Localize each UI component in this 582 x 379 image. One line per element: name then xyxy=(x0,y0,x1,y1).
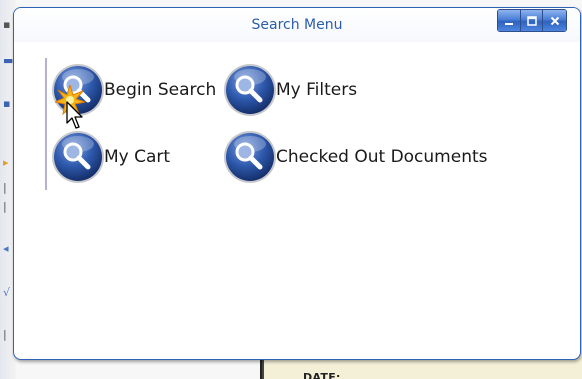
background-icon: √ xyxy=(3,286,11,299)
background-icon: | xyxy=(3,328,7,341)
menu-item-begin-search[interactable]: Begin Search xyxy=(50,62,216,118)
background-icon: ▸ xyxy=(3,156,9,169)
menu-item-label: Begin Search xyxy=(104,80,217,100)
magnifier-icon xyxy=(50,129,106,185)
minimize-button[interactable] xyxy=(498,10,521,31)
background-icon: | xyxy=(3,200,7,213)
background-icon: | xyxy=(3,181,7,194)
menu-item-my-filters[interactable]: My Filters xyxy=(222,62,357,118)
window-title: Search Menu xyxy=(251,17,343,33)
window-controls xyxy=(497,9,567,32)
magnifier-icon xyxy=(222,129,278,185)
magnifier-icon xyxy=(222,62,278,118)
menu-item-my-cart[interactable]: My Cart xyxy=(50,129,170,185)
background-icon: ◂ xyxy=(3,242,9,255)
background-icon: ▪ xyxy=(3,18,11,31)
menu-item-label: My Cart xyxy=(104,147,171,167)
minimize-icon xyxy=(504,22,513,25)
menu-divider xyxy=(45,58,47,190)
maximize-button[interactable] xyxy=(520,10,544,31)
menu-item-label: Checked Out Documents xyxy=(276,147,488,167)
maximize-icon xyxy=(526,15,537,26)
search-menu-window: Search Menu Begin Search My Filters My C… xyxy=(13,7,581,360)
menu-item-checked-out-documents[interactable]: Checked Out Documents xyxy=(222,129,488,185)
magnifier-icon xyxy=(50,62,106,118)
background-icon: ▬ xyxy=(3,54,14,67)
date-label: DATE: xyxy=(303,371,341,379)
background-icon: ▪ xyxy=(3,97,11,110)
menu-content: Begin Search My Filters My Cart Checked … xyxy=(14,42,580,359)
title-bar[interactable]: Search Menu xyxy=(14,8,580,42)
sparkle-icon xyxy=(55,85,85,115)
menu-item-label: My Filters xyxy=(276,80,358,100)
close-icon xyxy=(550,16,559,25)
close-button[interactable] xyxy=(543,10,566,31)
